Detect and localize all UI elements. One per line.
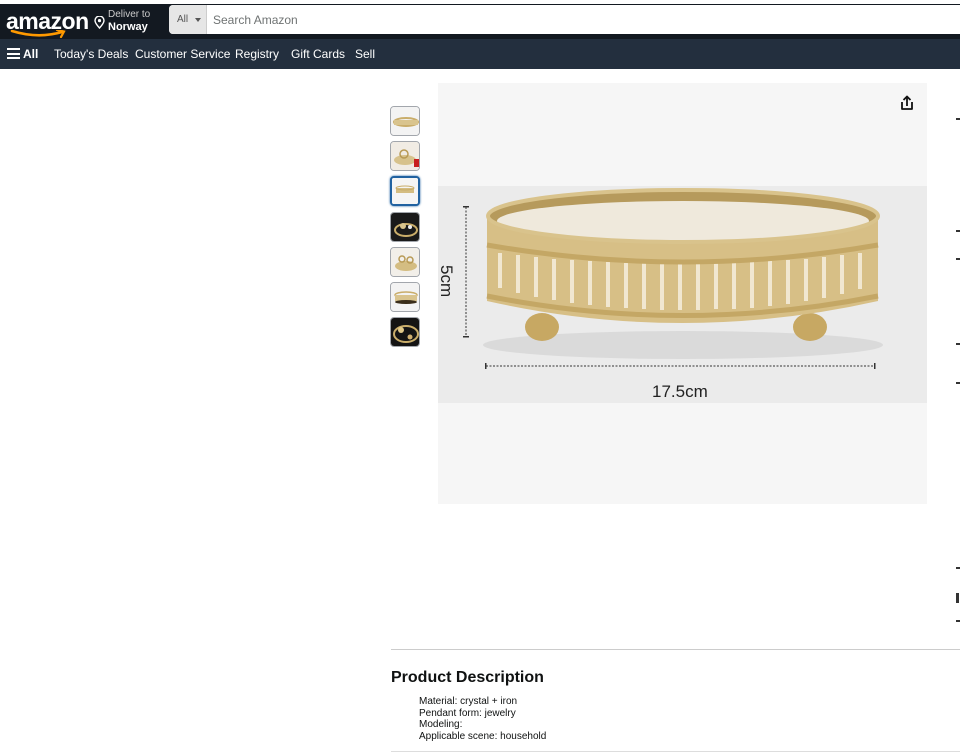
cutoff-text-fragment	[956, 343, 960, 345]
search-category-label: All	[177, 14, 189, 25]
cutoff-text-fragment	[956, 567, 960, 569]
chevron-down-icon	[195, 18, 201, 22]
hamburger-menu-icon[interactable]	[7, 48, 20, 59]
deliver-to-label: Deliver to	[108, 9, 151, 20]
top-header: amazon Deliver to Norway All	[0, 0, 960, 39]
tray-dark-background-thumbnail-image	[391, 213, 419, 241]
search-bar: All	[169, 5, 960, 34]
location-pin-icon	[94, 16, 105, 29]
product-description-heading: Product Description	[391, 669, 544, 686]
search-input[interactable]	[213, 5, 943, 34]
nav-sell[interactable]: Sell	[355, 47, 375, 61]
description-line: Applicable scene: household	[419, 731, 547, 743]
thumbnail-2[interactable]	[390, 141, 420, 171]
thumbnail-4[interactable]	[390, 212, 420, 242]
thumbnail-6[interactable]	[390, 282, 420, 312]
thumbnail-5[interactable]	[390, 247, 420, 277]
thumbnail-3[interactable]	[390, 176, 420, 206]
nav-gift-cards[interactable]: Gift Cards	[291, 47, 345, 61]
search-category-dropdown[interactable]: All	[169, 5, 207, 34]
cutoff-text-fragment	[956, 620, 960, 622]
logo-smile-icon	[10, 30, 66, 38]
cutoff-text-fragment	[956, 593, 959, 603]
share-icon[interactable]	[898, 94, 916, 112]
tray-with-necklace-thumbnail-image	[391, 318, 419, 346]
tray-side-view-thumbnail-image	[391, 283, 419, 311]
description-line: Pendant form: jewelry	[419, 707, 516, 719]
thumbnail-7[interactable]	[390, 317, 420, 347]
nav-registry[interactable]: Registry	[235, 47, 279, 61]
nav-todays-deals[interactable]: Today's Deals	[54, 47, 128, 61]
tray-with-rings-thumbnail-image	[391, 248, 419, 276]
deliver-location: Norway	[108, 21, 148, 33]
cutoff-text-fragment	[956, 118, 960, 120]
cutoff-text-fragment	[956, 382, 960, 384]
gold-tray-image: 5cm 17.5cm	[437, 83, 927, 504]
cutoff-text-fragment	[956, 258, 960, 260]
height-dimension-label: 5cm	[438, 265, 456, 297]
main-product-image[interactable]: 5cm 17.5cm	[437, 83, 927, 504]
nav-all[interactable]: All	[23, 47, 38, 61]
description-line: Material: crystal + iron	[419, 696, 518, 707]
description-line: Modeling:	[419, 719, 463, 731]
section-divider	[391, 649, 960, 650]
product-description-body: Material: crystal + iron Pendant form: j…	[419, 696, 546, 743]
section-divider-bottom	[391, 751, 960, 752]
cutoff-text-fragment	[956, 230, 960, 232]
tray-dimensions-thumbnail-image	[392, 178, 418, 204]
width-dimension-label: 17.5cm	[652, 382, 708, 401]
tray-thumbnail-image	[391, 107, 419, 135]
nav-customer-service[interactable]: Customer Service	[135, 47, 230, 61]
nav-bar: All Today's Deals Customer Service Regis…	[0, 39, 960, 69]
tray-with-jewelry-thumbnail-image	[391, 142, 419, 170]
thumbnail-1[interactable]	[390, 106, 420, 136]
